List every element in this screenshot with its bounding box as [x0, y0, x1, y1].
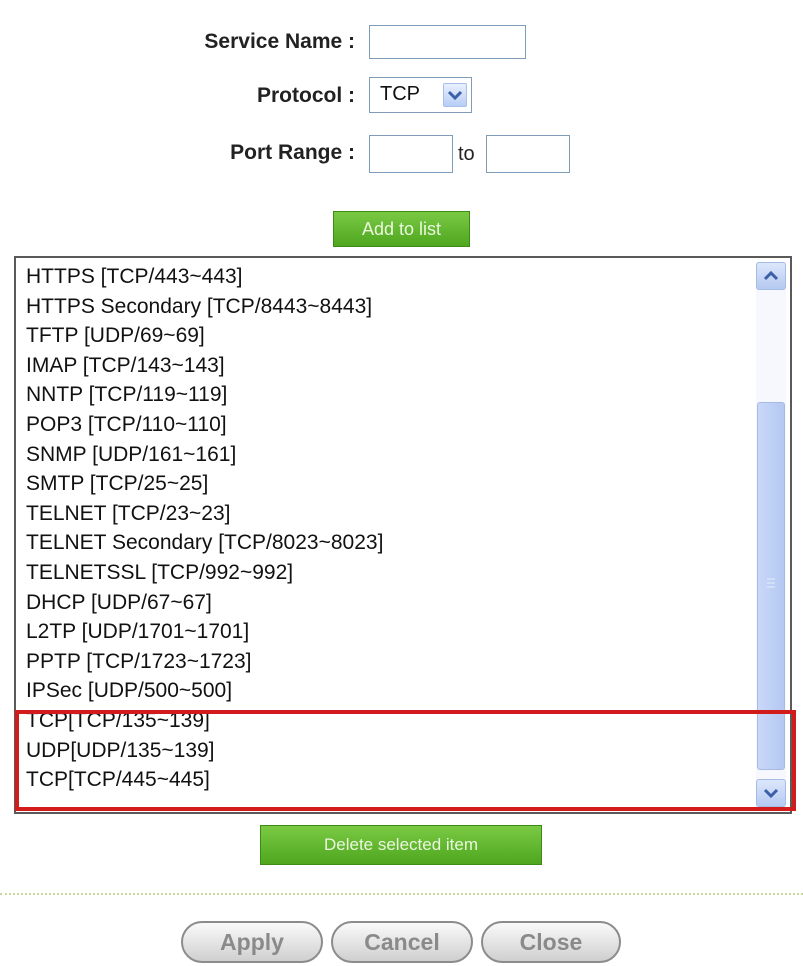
list-item[interactable]: SNMP [UDP/161~161] [26, 442, 236, 468]
list-item[interactable]: PPTP [TCP/1723~1723] [26, 649, 252, 675]
list-item[interactable]: TELNETSSL [TCP/992~992] [26, 560, 293, 586]
list-item[interactable]: DHCP [UDP/67~67] [26, 590, 212, 616]
list-item[interactable]: IPSec [UDP/500~500] [26, 678, 232, 704]
list-item[interactable]: TCP[TCP/135~139] [26, 708, 210, 734]
service-list[interactable]: HTTPS [TCP/443~443] HTTPS Secondary [TCP/… [14, 256, 792, 814]
chevron-down-icon[interactable] [443, 83, 467, 107]
port-range-to-label: to [458, 143, 475, 165]
port-range-label: Port Range : [230, 141, 355, 164]
protocol-label: Protocol : [257, 84, 355, 107]
service-name-input[interactable] [369, 25, 526, 59]
add-to-list-button[interactable]: Add to list [333, 211, 470, 247]
list-item[interactable]: TCP[TCP/445~445] [26, 767, 210, 793]
port-range-from-input[interactable] [369, 135, 453, 173]
scroll-up-button[interactable] [756, 262, 786, 290]
list-item[interactable]: IMAP [TCP/143~143] [26, 353, 225, 379]
protocol-selected-value: TCP [380, 83, 420, 105]
list-item[interactable]: HTTPS [TCP/443~443] [26, 264, 243, 290]
list-item[interactable]: TELNET [TCP/23~23] [26, 501, 230, 527]
protocol-select[interactable]: TCP [369, 77, 472, 113]
separator [0, 893, 803, 895]
list-item[interactable]: TELNET Secondary [TCP/8023~8023] [26, 530, 383, 556]
list-item[interactable]: UDP[UDP/135~139] [26, 738, 215, 764]
list-item[interactable]: NNTP [TCP/119~119] [26, 382, 227, 408]
cancel-button[interactable]: Cancel [331, 921, 473, 963]
list-item[interactable]: TFTP [UDP/69~69] [26, 323, 205, 349]
close-button[interactable]: Close [481, 921, 621, 963]
delete-selected-item-button[interactable]: Delete selected item [260, 825, 542, 865]
service-name-label: Service Name : [204, 30, 355, 53]
list-item[interactable]: L2TP [UDP/1701~1701] [26, 619, 249, 645]
list-scrollbar[interactable] [756, 262, 786, 807]
list-item[interactable]: POP3 [TCP/110~110] [26, 412, 227, 438]
scroll-down-button[interactable] [756, 779, 786, 807]
port-range-to-input[interactable] [486, 135, 570, 173]
apply-button[interactable]: Apply [181, 921, 323, 963]
list-item[interactable]: HTTPS Secondary [TCP/8443~8443] [26, 294, 372, 320]
scroll-thumb[interactable] [757, 402, 785, 770]
list-item[interactable]: SMTP [TCP/25~25] [26, 471, 208, 497]
